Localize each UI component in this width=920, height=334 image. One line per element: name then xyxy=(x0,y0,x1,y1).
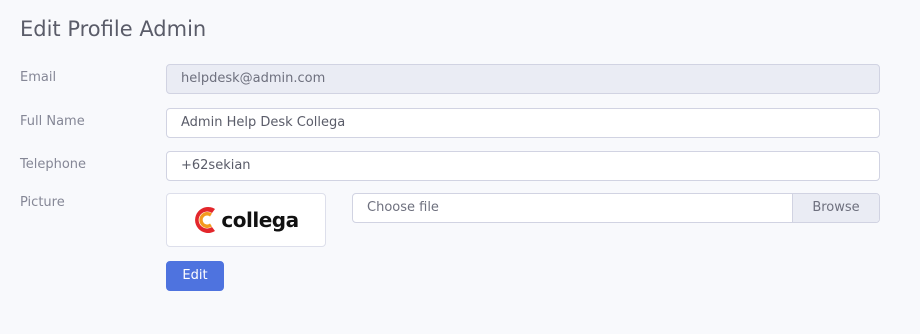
edit-button[interactable]: Edit xyxy=(166,261,224,291)
telephone-field[interactable]: +62sekian xyxy=(166,151,880,181)
full-name-field[interactable]: Admin Help Desk Collega xyxy=(166,108,880,138)
picture-file-input[interactable]: Choose file Browse xyxy=(352,193,880,223)
profile-picture-preview: collega xyxy=(166,193,326,247)
collega-logo-icon xyxy=(195,207,216,233)
logo-text: collega xyxy=(221,208,299,232)
telephone-label: Telephone xyxy=(20,157,87,172)
picture-label: Picture xyxy=(20,195,65,210)
choose-file-text: Choose file xyxy=(367,200,439,215)
collega-logo: collega xyxy=(193,205,299,235)
full-name-label: Full Name xyxy=(20,114,85,129)
email-label: Email xyxy=(20,70,57,85)
email-field: helpdesk@admin.com xyxy=(166,64,880,94)
browse-button[interactable]: Browse xyxy=(792,194,879,222)
page-title: Edit Profile Admin xyxy=(20,17,207,41)
